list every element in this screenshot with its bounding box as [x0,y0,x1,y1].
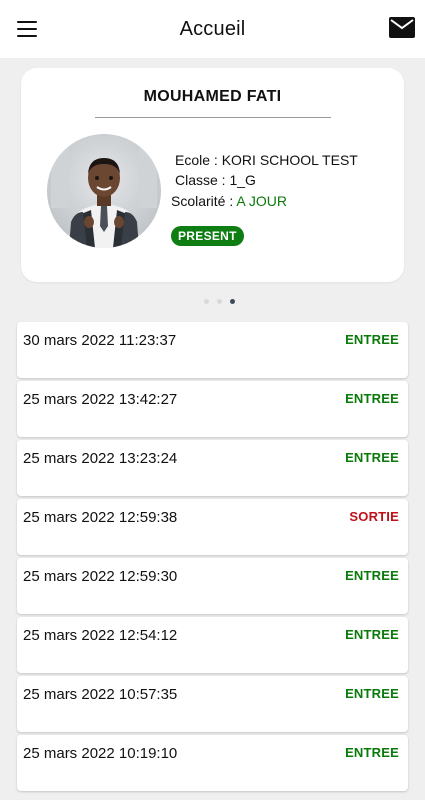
event-datetime: 25 mars 2022 12:59:38 [23,509,178,526]
event-datetime: 25 mars 2022 13:42:27 [23,391,178,408]
event-type-label: ENTREE [345,627,399,642]
event-type-label: ENTREE [345,568,399,583]
event-datetime: 30 mars 2022 11:23:37 [23,332,177,349]
attendance-row[interactable]: 30 mars 2022 11:23:37 ENTREE [17,322,408,378]
app-header: Accueil [0,0,425,58]
attendance-row[interactable]: 25 mars 2022 13:23:24 ENTREE [17,440,408,496]
status-badge: PRESENT [171,226,244,246]
attendance-row[interactable]: 25 mars 2022 12:59:30 ENTREE [17,558,408,614]
event-type-label: ENTREE [345,745,399,760]
event-type-label: SORTIE [349,509,399,524]
student-name: MOUHAMED FATI [143,88,282,105]
event-datetime: 25 mars 2022 13:23:24 [23,450,178,467]
tuition-value: A JOUR [236,193,287,209]
envelope-icon[interactable] [389,17,415,38]
pager-dot[interactable] [217,299,222,304]
student-avatar [47,134,161,248]
school-info: Ecole : KORI SCHOOL TEST [175,152,358,168]
hamburger-menu-icon[interactable] [17,21,37,37]
attendance-row[interactable]: 25 mars 2022 12:59:38 SORTIE [17,499,408,555]
school-label: Ecole : [175,152,222,168]
event-type-label: ENTREE [345,450,399,465]
event-type-label: ENTREE [345,686,399,701]
class-value: 1_G [229,172,256,188]
student-card: MOUHAMED FATI Ecole: KORI SCHOOL TEST C… [21,68,404,282]
event-datetime: 25 mars 2022 10:19:10 [23,745,178,762]
name-divider [95,117,331,118]
carousel-pager [0,299,425,305]
class-label: Classe : [175,172,230,188]
pager-dot[interactable] [204,299,209,304]
school-value: KORI SCHOOL TEST [221,152,358,168]
event-datetime: 25 mars 2022 12:59:30 [23,568,178,585]
attendance-list: 30 mars 2022 11:23:37 ENTREE 25 mars 2022 … [17,322,408,794]
attendance-row[interactable]: 25 mars 2022 10:19:10 ENTREE [17,735,408,791]
tuition-info: Scolarité : A JOUR [171,193,287,209]
event-type-label: ENTREE [345,332,399,347]
page-title: Accueil [179,17,246,40]
class-info: Classe : 1_G [175,172,256,188]
attendance-row[interactable]: 25 mars 2022 12:54:12 ENTREE [17,617,408,673]
tuition-label: Scolarité : [171,193,237,209]
attendance-row[interactable]: 25 mars 2022 13:42:27 ENTREE [17,381,408,437]
pager-dot-active[interactable] [230,299,235,304]
event-type-label: ENTREE [345,391,399,406]
event-datetime: 25 mars 2022 12:54:12 [23,627,178,644]
attendance-row[interactable]: 25 mars 2022 10:57:35 ENTREE [17,676,408,732]
event-datetime: 25 mars 2022 10:57:35 [23,686,178,703]
